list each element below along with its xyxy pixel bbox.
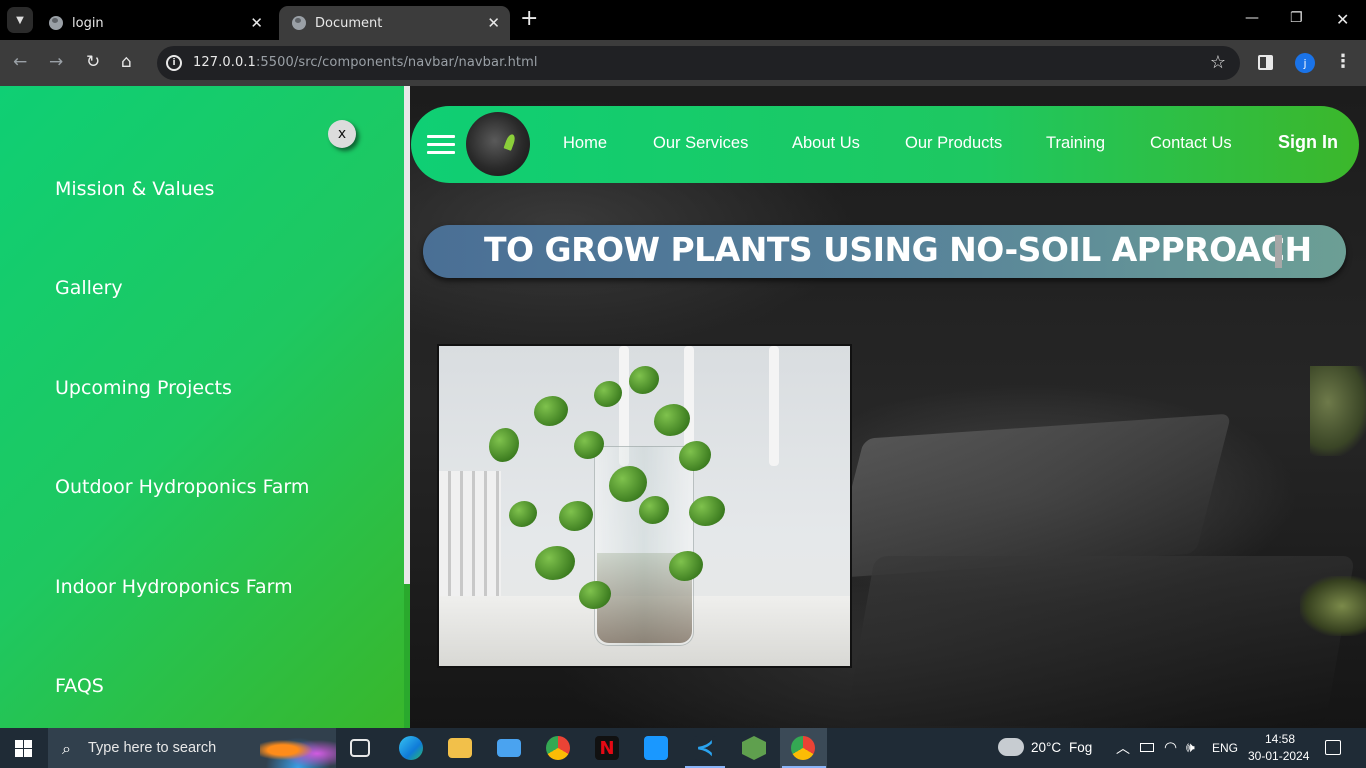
language-indicator[interactable]: ENG bbox=[1212, 741, 1238, 755]
globe-icon bbox=[49, 16, 63, 30]
photo-leaf bbox=[679, 441, 711, 471]
sign-in-button[interactable]: Sign In bbox=[1278, 132, 1338, 153]
windows-start-icon[interactable] bbox=[15, 740, 32, 757]
photo-leaf bbox=[534, 396, 568, 426]
browser-menu-icon[interactable]: ⋮ bbox=[1334, 52, 1352, 72]
side-menu: x Mission & Values Gallery Upcoming Proj… bbox=[0, 86, 410, 728]
sidebar-item-outdoor-farm[interactable]: Outdoor Hydroponics Farm bbox=[55, 476, 309, 498]
home-icon[interactable]: ⌂ bbox=[121, 52, 132, 72]
minimize-icon[interactable]: — bbox=[1245, 10, 1259, 26]
background-rock bbox=[828, 413, 1232, 579]
netflix-icon[interactable]: N bbox=[595, 736, 619, 760]
plant-photo bbox=[437, 344, 852, 668]
site-logo[interactable] bbox=[466, 112, 530, 176]
weather-desc[interactable]: Fog bbox=[1069, 740, 1092, 755]
chevron-up-icon[interactable]: ︿ bbox=[1116, 738, 1130, 758]
clock-time[interactable]: 14:58 bbox=[1265, 732, 1295, 746]
photo-leaf bbox=[689, 496, 725, 526]
photo-leaf bbox=[535, 546, 575, 580]
reload-icon[interactable]: ↻ bbox=[86, 52, 100, 72]
clock-date[interactable]: 30-01-2024 bbox=[1248, 749, 1309, 763]
chrome-icon[interactable] bbox=[546, 736, 570, 760]
tab-title: login bbox=[72, 15, 104, 31]
hamburger-menu-icon[interactable] bbox=[427, 135, 455, 159]
forward-icon[interactable]: → bbox=[49, 52, 63, 72]
side-panel-icon[interactable] bbox=[1258, 55, 1273, 70]
taskbar: ⌕ Type here to search N ≺ 20°C Fog ︿ ◠ 🕪… bbox=[0, 728, 1366, 768]
file-explorer-icon[interactable] bbox=[448, 738, 472, 758]
nav-link-products[interactable]: Our Products bbox=[905, 134, 1002, 153]
bookmark-star-icon[interactable]: ☆ bbox=[1210, 52, 1226, 73]
background-leaf bbox=[1300, 576, 1366, 636]
new-tab-icon[interactable]: + bbox=[520, 8, 538, 30]
photo-leaf bbox=[629, 366, 659, 394]
edge-icon[interactable] bbox=[399, 736, 423, 760]
sidebar-scrollbar-track[interactable] bbox=[404, 584, 410, 728]
vscode-icon[interactable]: ≺ bbox=[693, 736, 717, 761]
tab-document[interactable]: Document ✕ bbox=[279, 6, 510, 40]
sidebar-close-button[interactable]: x bbox=[328, 120, 356, 148]
photo-leaf bbox=[509, 501, 537, 527]
task-view-icon[interactable] bbox=[350, 739, 370, 757]
photo-leaf bbox=[489, 428, 519, 462]
address-toolbar: ← → ↻ ⌂ i 127.0.0.1:5500/src/components/… bbox=[0, 40, 1366, 86]
photo-leaf bbox=[669, 551, 703, 581]
search-icon: ⌕ bbox=[62, 739, 71, 758]
search-highlight-art bbox=[260, 732, 336, 768]
url-text[interactable]: 127.0.0.1:5500/src/components/navbar/nav… bbox=[193, 55, 538, 70]
page-viewport: x Mission & Values Gallery Upcoming Proj… bbox=[0, 86, 1366, 728]
tab-search-button[interactable]: ▼ bbox=[7, 7, 33, 33]
sidebar-item-faqs[interactable]: FAQS bbox=[55, 675, 104, 697]
close-tab-icon[interactable]: ✕ bbox=[487, 14, 500, 32]
taskbar-search-placeholder: Type here to search bbox=[88, 740, 217, 756]
notifications-icon[interactable] bbox=[1325, 740, 1341, 755]
site-info-icon[interactable]: i bbox=[166, 55, 182, 71]
restore-icon[interactable]: ❐ bbox=[1290, 10, 1303, 26]
browser-tab-strip: ▼ login ✕ Document ✕ + — ❐ ✕ bbox=[0, 0, 1366, 40]
sidebar-item-upcoming-projects[interactable]: Upcoming Projects bbox=[55, 377, 232, 399]
close-tab-icon[interactable]: ✕ bbox=[250, 14, 263, 32]
globe-icon bbox=[292, 16, 306, 30]
weather-temp[interactable]: 20°C bbox=[1031, 740, 1061, 755]
weather-fog-icon[interactable] bbox=[998, 738, 1024, 756]
background-leaf bbox=[1310, 366, 1366, 456]
nav-link-contact[interactable]: Contact Us bbox=[1150, 134, 1232, 153]
window-close-icon[interactable]: ✕ bbox=[1336, 10, 1349, 29]
nav-link-about[interactable]: About Us bbox=[792, 134, 860, 153]
photo-radiator bbox=[439, 471, 501, 611]
tab-title: Document bbox=[315, 15, 383, 31]
wifi-icon[interactable]: ◠ bbox=[1164, 738, 1177, 756]
top-navbar: Home Our Services About Us Our Products … bbox=[411, 106, 1359, 183]
nav-link-home[interactable]: Home bbox=[563, 134, 607, 153]
back-icon[interactable]: ← bbox=[13, 52, 27, 72]
hero-banner: TO GROW PLANTS USING NO-SOIL APPROACH bbox=[423, 225, 1346, 278]
photo-leaf bbox=[594, 381, 622, 407]
sidebar-item-gallery[interactable]: Gallery bbox=[55, 277, 123, 299]
mail-icon[interactable] bbox=[497, 739, 521, 757]
photo-leaf bbox=[559, 501, 593, 531]
nodejs-icon[interactable] bbox=[742, 736, 766, 760]
battery-icon[interactable] bbox=[1140, 743, 1154, 752]
prime-video-icon[interactable] bbox=[644, 736, 668, 760]
nav-link-services[interactable]: Our Services bbox=[653, 134, 748, 153]
url-bar[interactable]: i 127.0.0.1:5500/src/components/navbar/n… bbox=[157, 46, 1240, 80]
chrome-active-icon[interactable] bbox=[791, 736, 815, 760]
nav-link-training[interactable]: Training bbox=[1046, 134, 1105, 153]
taskbar-search[interactable]: ⌕ Type here to search bbox=[48, 728, 336, 768]
typing-cursor bbox=[1275, 235, 1282, 268]
hero-heading: TO GROW PLANTS USING NO-SOIL APPROACH bbox=[484, 230, 1312, 269]
sidebar-scrollbar-thumb[interactable] bbox=[404, 86, 410, 584]
sidebar-item-indoor-farm[interactable]: Indoor Hydroponics Farm bbox=[55, 576, 293, 598]
sidebar-item-mission-values[interactable]: Mission & Values bbox=[55, 178, 214, 200]
volume-icon[interactable]: 🕪 bbox=[1186, 739, 1195, 756]
profile-avatar[interactable]: j bbox=[1295, 53, 1315, 73]
background-rock bbox=[845, 556, 1355, 726]
tab-login[interactable]: login ✕ bbox=[36, 6, 273, 40]
photo-chair bbox=[769, 346, 779, 466]
